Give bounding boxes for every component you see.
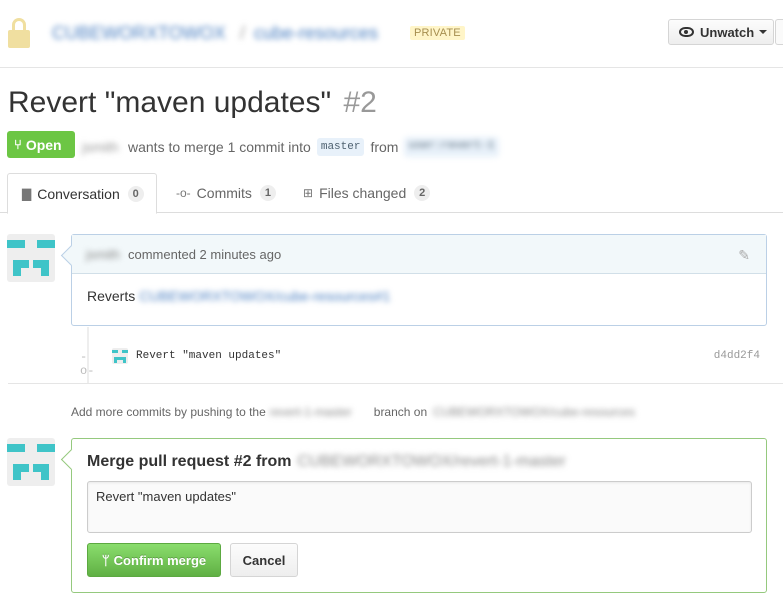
head-branch: user:revert-1	[404, 137, 500, 157]
pr-state-label: Open	[25, 136, 62, 153]
merge-title: Merge pull request #2 from CUBEWORXTOWOX…	[87, 453, 751, 471]
comment-body-ref-link[interactable]: CUBEWORXTOWOX/cube-resources#1	[139, 288, 390, 304]
confirm-merge-label: Confirm merge	[113, 552, 207, 568]
repo-name-link[interactable]: cube-resources	[254, 23, 378, 44]
comment-header: jsmith commented 2 minutes ago ✎	[72, 235, 766, 274]
chevron-down-icon	[759, 30, 768, 34]
pr-author-link[interactable]: jsmith	[82, 139, 126, 155]
comment-body-prefix: Reverts	[87, 288, 136, 304]
comment-body: Reverts CUBEWORXTOWOX/cube-resources#1	[72, 274, 766, 318]
unwatch-label: Unwatch	[700, 24, 755, 40]
confirm-merge-button[interactable]: ᛘ Confirm merge	[87, 543, 221, 577]
push-hint-repo: CUBEWORXTOWOX/cube-resources	[433, 405, 635, 419]
commit-row: -o- Revert "maven updates" d4dd2f4	[80, 345, 760, 378]
push-hint-middle: branch on	[373, 405, 428, 419]
divider	[8, 383, 783, 384]
tab-conversation[interactable]: ▇ Conversation 0	[7, 173, 157, 214]
push-hint-branch: revert-1-master	[269, 405, 352, 419]
unwatch-button[interactable]: Unwatch	[668, 19, 774, 45]
merge-message-field[interactable]: Revert "maven updates"	[87, 481, 752, 533]
tab-files-changed-count: 2	[414, 185, 431, 201]
pr-state-badge: ⑂ Open	[7, 131, 75, 158]
merge-title-text: Merge pull request #2 from	[87, 453, 292, 470]
comment-author-link[interactable]: jsmith	[86, 247, 128, 262]
tab-conversation-label: Conversation	[37, 185, 120, 202]
pr-title: Revert "maven updates" #2	[8, 86, 377, 120]
tab-files-changed-label: Files changed	[319, 185, 407, 201]
diff-icon: ⊞	[303, 186, 314, 200]
tab-files-changed[interactable]: ⊞ Files changed 2	[303, 173, 431, 213]
push-hint-prefix: Add more commits by pushing to the	[71, 405, 266, 419]
from-text: from	[370, 139, 399, 155]
cancel-label: Cancel	[242, 552, 286, 568]
base-branch: master	[316, 138, 365, 156]
repo-owner-link[interactable]: CUBEWORXTOWOX	[52, 23, 226, 44]
watch-count-button[interactable]	[775, 19, 783, 45]
avatar[interactable]	[7, 438, 55, 486]
commit-sha-link[interactable]: d4dd2f4	[714, 350, 760, 362]
repo-path-separator: /	[240, 23, 246, 43]
pr-title-text: Revert "maven updates"	[8, 86, 332, 119]
pr-number: #2	[343, 86, 377, 119]
commit-message-link[interactable]: Revert "maven updates"	[136, 350, 281, 362]
git-commit-icon: -o-	[176, 186, 191, 200]
comment-meta: commented 2 minutes ago	[128, 246, 282, 262]
pr-meta: jsmith wants to merge 1 commit into mast…	[82, 137, 505, 157]
git-pull-request-icon: ⑂	[14, 137, 22, 152]
pr-summary: wants to merge 1 commit into	[128, 139, 311, 155]
avatar[interactable]	[7, 234, 55, 282]
merge-source: CUBEWORXTOWOX/revert-1-master	[297, 453, 566, 470]
tab-commits-count: 1	[259, 185, 276, 201]
lock-icon	[8, 18, 30, 48]
pencil-icon[interactable]: ✎	[738, 247, 750, 264]
push-hint: Add more commits by pushing to the rever…	[71, 405, 643, 419]
cancel-button[interactable]: Cancel	[230, 543, 298, 577]
merge-box: Merge pull request #2 from CUBEWORXTOWOX…	[71, 438, 767, 593]
tab-conversation-count: 0	[127, 185, 144, 202]
git-merge-icon: ᛘ	[101, 552, 110, 568]
commit-avatar[interactable]	[112, 348, 128, 364]
comment-discussion-icon: ▇	[22, 186, 32, 201]
comment: jsmith commented 2 minutes ago ✎ Reverts…	[71, 234, 767, 326]
tab-commits[interactable]: -o- Commits 1	[176, 173, 276, 213]
eye-icon	[679, 27, 694, 37]
tab-commits-label: Commits	[196, 185, 252, 201]
repo-header: CUBEWORXTOWOX / cube-resources PRIVATE U…	[0, 0, 783, 68]
pr-tabs: ▇ Conversation 0 -o- Commits 1 ⊞ Files c…	[0, 173, 783, 214]
git-commit-icon: -o-	[80, 350, 95, 378]
private-badge: PRIVATE	[410, 26, 465, 40]
